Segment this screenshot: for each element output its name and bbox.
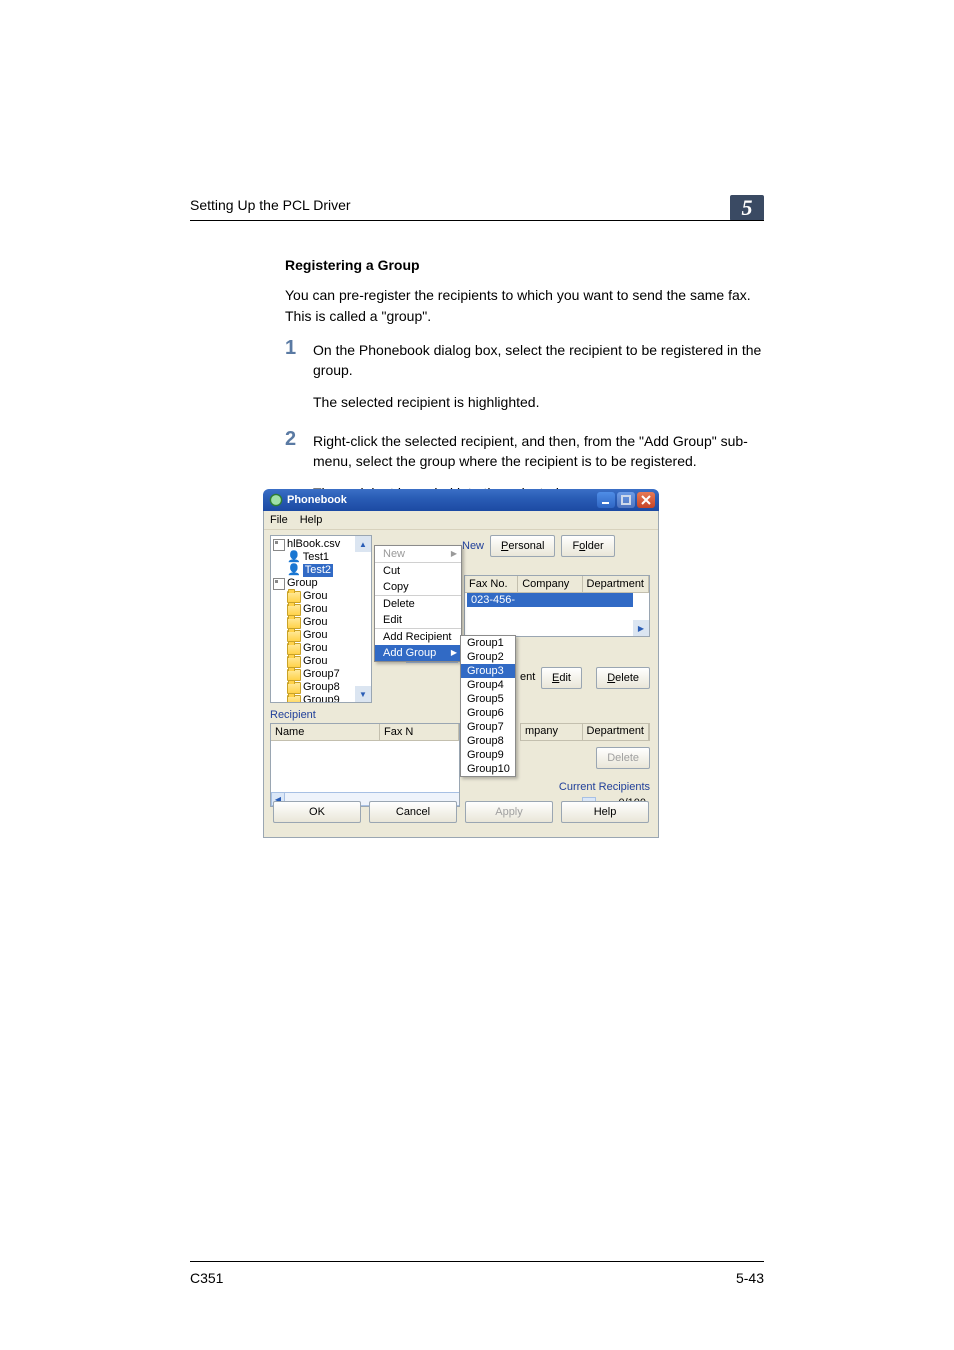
tree-item[interactable]: Grou xyxy=(273,655,371,668)
sub-group5[interactable]: Group5 xyxy=(461,692,515,706)
folder-icon xyxy=(287,656,301,668)
maximize-button[interactable] xyxy=(617,492,635,508)
scroll-down-icon[interactable]: ▼ xyxy=(355,686,371,702)
sub-group8[interactable]: Group8 xyxy=(461,734,515,748)
section-heading: Registering a Group xyxy=(285,255,764,275)
step1-text: On the Phonebook dialog box, select the … xyxy=(313,340,764,381)
tree-test1[interactable]: 👤Test1 xyxy=(273,551,371,564)
current-recipients-label: Current Recipients xyxy=(559,781,650,793)
folder-icon xyxy=(287,669,301,681)
sub-group10[interactable]: Group10 xyxy=(461,762,515,776)
ctx-copy[interactable]: Copy xyxy=(375,579,461,596)
col-name[interactable]: Name xyxy=(271,724,380,740)
delete-recipient-button: Delete xyxy=(596,747,650,769)
ok-button[interactable]: OK xyxy=(273,801,361,823)
tree-group[interactable]: Group xyxy=(273,577,371,590)
footer-pagenum: 5-43 xyxy=(736,1270,764,1286)
phonebook-tree[interactable]: ▲ ▼ hlBook.csv 👤Test1 👤Test2 Group Grou … xyxy=(270,535,372,703)
tree-test2-selected[interactable]: 👤Test2 xyxy=(273,564,371,577)
apply-button: Apply xyxy=(465,801,553,823)
close-button[interactable] xyxy=(637,492,655,508)
app-icon xyxy=(269,493,283,507)
folder-button[interactable]: Folder xyxy=(561,535,614,557)
top-grid[interactable]: Fax No. Company Department 023-456-78** … xyxy=(464,575,650,637)
edit-button[interactable]: Edit xyxy=(541,667,582,689)
book-icon xyxy=(273,539,285,551)
col-faxn[interactable]: Fax N xyxy=(380,724,459,740)
step2-text: Right-click the selected recipient, and … xyxy=(313,431,764,472)
grid-selected-row[interactable]: 023-456-78** xyxy=(467,593,633,607)
book-icon xyxy=(273,578,285,590)
running-header: Setting Up the PCL Driver xyxy=(190,197,351,213)
col-faxno[interactable]: Fax No. xyxy=(465,576,518,592)
folder-icon xyxy=(287,695,301,704)
step1-result: The selected recipient is highlighted. xyxy=(313,392,764,412)
col-company[interactable]: Company xyxy=(518,576,582,592)
help-button[interactable]: Help xyxy=(561,801,649,823)
ctx-new[interactable]: New xyxy=(375,546,461,563)
sub-group6[interactable]: Group6 xyxy=(461,706,515,720)
ctx-edit[interactable]: Edit xyxy=(375,612,461,629)
recipient-grid[interactable]: Name Fax N ◀ xyxy=(270,723,460,807)
sub-group1[interactable]: Group1 xyxy=(461,636,515,650)
new-label: New xyxy=(462,540,484,552)
folder-icon xyxy=(287,591,301,603)
person-icon: 👤 xyxy=(287,551,301,564)
folder-icon xyxy=(287,604,301,616)
recipient-label: Recipient xyxy=(270,709,316,721)
sub-group3[interactable]: Group3 xyxy=(461,664,515,678)
menu-help[interactable]: Help xyxy=(300,514,323,526)
scroll-right-icon[interactable]: ▶ xyxy=(633,620,649,636)
footer-model: C351 xyxy=(190,1270,223,1286)
tree-item[interactable]: Grou xyxy=(273,642,371,655)
folder-icon xyxy=(287,682,301,694)
cell-faxno: 023-456-78** xyxy=(467,593,523,607)
sub-group9[interactable]: Group9 xyxy=(461,748,515,762)
scroll-up-icon[interactable]: ▲ xyxy=(355,536,371,552)
tree-item[interactable]: Group7 xyxy=(273,668,371,681)
tree-item[interactable]: Grou xyxy=(273,590,371,603)
personal-button[interactable]: Personal xyxy=(490,535,555,557)
phonebook-dialog: Phonebook File Help ▲ ▼ xyxy=(263,489,659,838)
ctx-delete[interactable]: Delete xyxy=(375,596,461,612)
minimize-button[interactable] xyxy=(597,492,615,508)
header-rule xyxy=(190,220,764,221)
folder-icon xyxy=(287,630,301,642)
ctx-add-recipient[interactable]: Add Recipient xyxy=(375,629,461,645)
tree-item[interactable]: Grou xyxy=(273,603,371,616)
col-department2[interactable]: Department xyxy=(583,724,649,740)
ctx-cut[interactable]: Cut xyxy=(375,563,461,579)
tree-item[interactable]: Grou xyxy=(273,616,371,629)
context-menu: New Cut Copy Delete Edit Add Recipient A… xyxy=(374,545,462,662)
footer-rule xyxy=(190,1261,764,1262)
titlebar[interactable]: Phonebook xyxy=(263,489,659,511)
step-number-2: 2 xyxy=(285,429,313,449)
chapter-badge: 5 xyxy=(730,195,764,221)
menu-file[interactable]: File xyxy=(270,514,288,526)
folder-icon xyxy=(287,617,301,629)
person-icon: 👤 xyxy=(287,564,301,577)
cancel-button[interactable]: Cancel xyxy=(369,801,457,823)
ctx-add-group[interactable]: Add Group xyxy=(375,645,461,661)
section-intro: You can pre-register the recipients to w… xyxy=(285,285,764,326)
col-mpany[interactable]: mpany xyxy=(521,724,583,740)
add-group-submenu: Group1 Group2 Group3 Group4 Group5 Group… xyxy=(460,635,516,777)
fragment-ent: ent xyxy=(520,671,535,683)
folder-icon xyxy=(287,643,301,655)
dialog-title: Phonebook xyxy=(287,494,347,506)
sub-group4[interactable]: Group4 xyxy=(461,678,515,692)
tree-item[interactable]: Grou xyxy=(273,629,371,642)
col-department[interactable]: Department xyxy=(583,576,649,592)
sub-group2[interactable]: Group2 xyxy=(461,650,515,664)
step-number-1: 1 xyxy=(285,338,313,358)
delete-button[interactable]: Delete xyxy=(596,667,650,689)
sub-group7[interactable]: Group7 xyxy=(461,720,515,734)
